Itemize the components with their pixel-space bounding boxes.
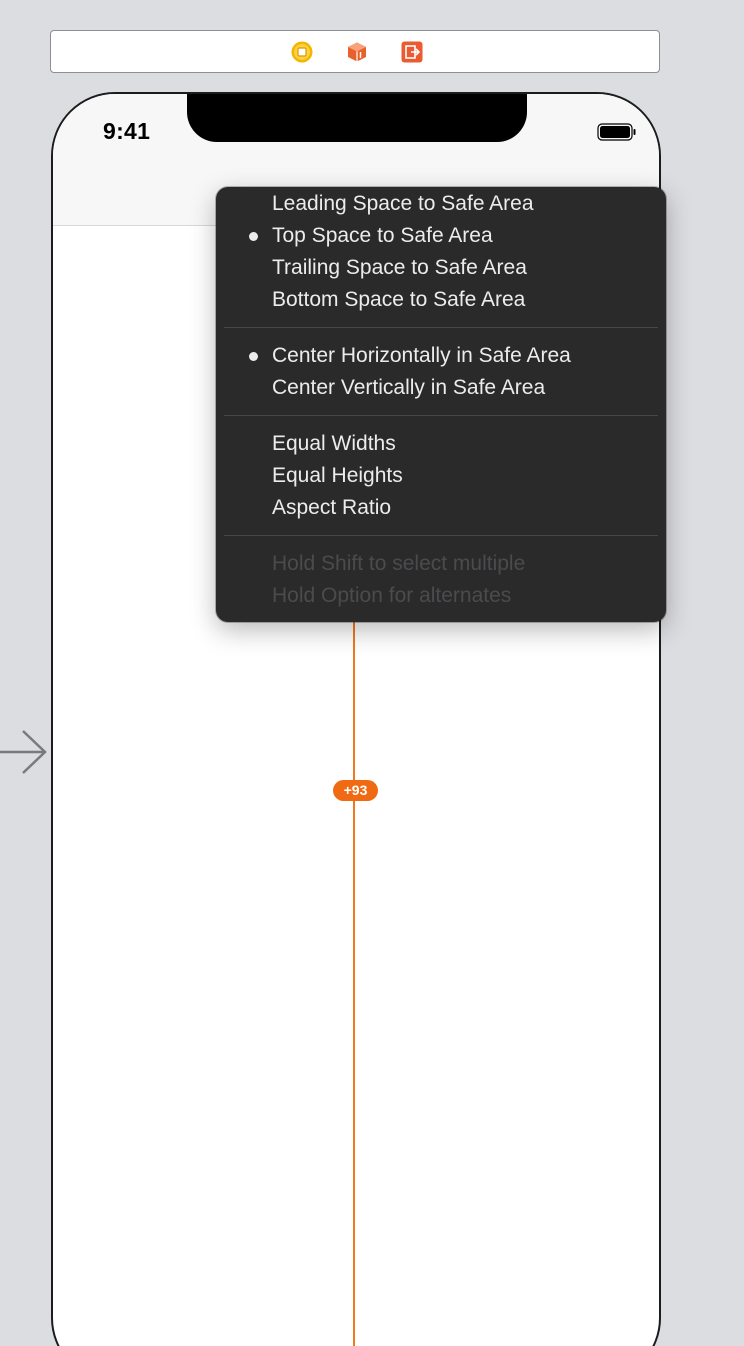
constraint-constant-badge[interactable]: +93 (333, 780, 378, 801)
constraint-line[interactable] (353, 600, 355, 1346)
constraint-popup-menu: Leading Space to Safe Area Top Space to … (216, 187, 666, 622)
menu-item-equal-widths[interactable]: Equal Widths (216, 428, 666, 460)
menu-separator (224, 327, 658, 328)
menu-item-center-vertically[interactable]: Center Vertically in Safe Area (216, 372, 666, 404)
exit-icon[interactable] (401, 41, 423, 63)
device-notch (187, 94, 527, 142)
menu-item-aspect-ratio[interactable]: Aspect Ratio (216, 492, 666, 524)
menu-separator (224, 415, 658, 416)
menu-item-leading-space[interactable]: Leading Space to Safe Area (216, 188, 666, 220)
menu-item-trailing-space[interactable]: Trailing Space to Safe Area (216, 252, 666, 284)
menu-item-bottom-space[interactable]: Bottom Space to Safe Area (216, 284, 666, 316)
first-responder-icon[interactable] (346, 41, 368, 63)
scene-dock (50, 30, 660, 73)
menu-hint-shift: Hold Shift to select multiple (272, 552, 526, 575)
storyboard-entry-arrow-icon[interactable] (0, 727, 50, 777)
status-bar-time: 9:41 (103, 118, 151, 144)
menu-separator (224, 535, 658, 536)
menu-hint-option: Hold Option for alternates (272, 584, 512, 607)
battery-icon (597, 123, 636, 141)
checkmark-dot-icon (249, 232, 258, 241)
menu-item-equal-heights[interactable]: Equal Heights (216, 460, 666, 492)
storyboard-canvas: 9:41 +93 Leading Space to Safe Area Top … (0, 0, 744, 1346)
checkmark-dot-icon (249, 352, 258, 361)
view-controller-icon[interactable] (291, 41, 313, 63)
menu-item-center-horizontally[interactable]: Center Horizontally in Safe Area (216, 340, 666, 372)
menu-item-top-space[interactable]: Top Space to Safe Area (216, 220, 666, 252)
